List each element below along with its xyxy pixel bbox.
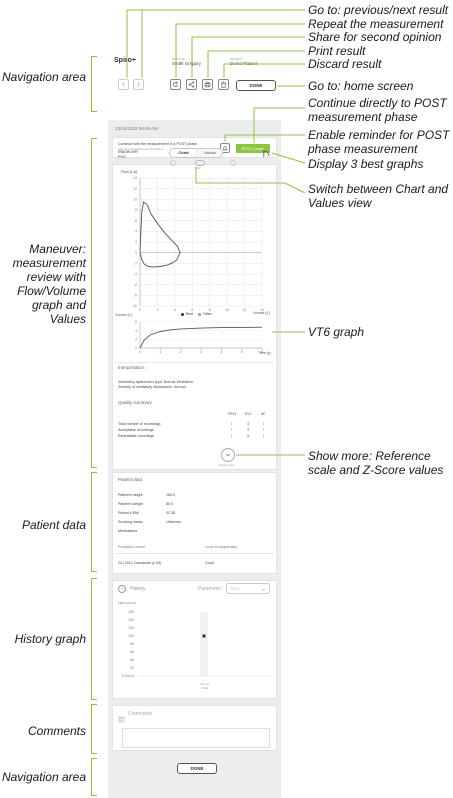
- callout-line-share: [191, 36, 305, 78]
- callout-prev-next: Go to: previous/next result: [308, 3, 449, 17]
- callout-line-post-direct: [253, 107, 305, 143]
- callout-line-reminder: [224, 134, 305, 142]
- callout-vt6: VT6 graph: [308, 325, 365, 339]
- callout-reminder: Enable reminder for POST phase measureme…: [308, 128, 450, 156]
- callout-discard: Discard result: [308, 57, 382, 71]
- callout-line-discard: [223, 63, 305, 78]
- callout-repeat: Repeat the measurement: [308, 17, 444, 31]
- callout-post-direct: Continue directly to POST measurement ph…: [308, 96, 447, 124]
- callout-share: Share for second opinion: [308, 30, 442, 44]
- callout-print: Print result: [308, 44, 366, 58]
- callout-best-graphs: Display 3 best graphs: [308, 157, 424, 171]
- callout-line-best-graphs: [271, 152, 306, 164]
- callout-switch: Switch between Chart and Values view: [308, 182, 449, 210]
- callout-line-prev-next: [126, 9, 305, 78]
- callout-line-switch: [195, 167, 306, 194]
- callout-home: Go to: home screen: [308, 79, 414, 93]
- callout-show-more: Show more: Reference scale and Z-Score v…: [308, 449, 444, 477]
